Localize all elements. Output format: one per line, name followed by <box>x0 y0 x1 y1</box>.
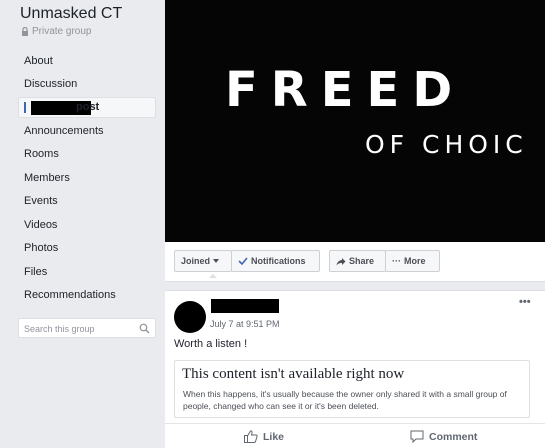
sidebar-item-videos[interactable]: Videos <box>24 219 57 231</box>
post-text: Worth a listen ! <box>174 338 248 350</box>
comment-icon <box>410 430 424 443</box>
unavailable-content-box: This content isn't available right now W… <box>174 360 530 418</box>
joined-label: Joined <box>181 256 211 266</box>
sidebar-item-rooms[interactable]: Rooms <box>24 148 59 160</box>
unavailable-message: When this happens, it's usually because … <box>183 389 507 411</box>
search-input[interactable] <box>19 320 129 338</box>
ellipsis-icon: ··· <box>392 256 401 266</box>
sidebar-item-recommendations[interactable]: Recommendations <box>24 289 116 301</box>
more-button[interactable]: ··· More <box>385 250 440 272</box>
thumbs-up-icon <box>244 430 258 443</box>
joined-pointer <box>209 274 217 278</box>
notifications-button[interactable]: Notifications <box>231 250 320 272</box>
search-icon[interactable] <box>139 323 150 334</box>
cover-text-small: OF CHOIC <box>365 130 528 159</box>
group-privacy: Private group <box>21 26 91 37</box>
caret-down-icon <box>213 259 220 263</box>
check-icon <box>238 257 248 265</box>
share-label: Share <box>349 256 375 266</box>
sidebar-item-announcements[interactable]: Announcements <box>24 125 104 137</box>
lock-icon <box>22 27 28 36</box>
cover-photo[interactable]: FREED OF CHOIC <box>165 0 545 242</box>
comment-button[interactable]: Comment <box>410 430 477 443</box>
active-indicator <box>24 102 26 113</box>
group-sidebar: Unmasked CT Private group About Discussi… <box>0 0 165 448</box>
comment-label: Comment <box>429 430 478 443</box>
group-name[interactable]: Unmasked CT <box>20 5 122 23</box>
author-avatar[interactable] <box>174 301 206 333</box>
sidebar-item-events[interactable]: Events <box>24 195 58 207</box>
joined-button[interactable]: Joined <box>174 250 232 272</box>
post-timestamp[interactable]: July 7 at 9:51 PM <box>210 319 280 329</box>
more-label: More <box>404 256 426 266</box>
notifications-label: Notifications <box>251 256 306 266</box>
sidebar-item-post[interactable]: post <box>18 97 156 118</box>
unavailable-title: This content isn't available right now <box>182 366 405 382</box>
like-label: Like <box>263 430 285 443</box>
group-search <box>18 318 156 338</box>
share-button[interactable]: Share <box>329 250 386 272</box>
like-button[interactable]: Like <box>244 430 284 443</box>
sidebar-item-post-label: post <box>76 101 100 113</box>
sidebar-item-files[interactable]: Files <box>24 266 47 278</box>
post-action-bar: Like Comment <box>165 423 545 448</box>
post-options-icon[interactable]: ••• <box>519 296 531 308</box>
sidebar-item-discussion[interactable]: Discussion <box>24 78 77 90</box>
share-arrow-icon <box>336 257 346 265</box>
sidebar-item-photos[interactable]: Photos <box>24 242 58 254</box>
sidebar-item-about[interactable]: About <box>24 55 53 67</box>
sidebar-item-members[interactable]: Members <box>24 172 70 184</box>
privacy-label: Private group <box>32 26 92 37</box>
author-name-redacted <box>211 299 279 313</box>
post-card: July 7 at 9:51 PM ••• Worth a listen ! T… <box>165 290 545 448</box>
cover-text-large: FREED <box>225 62 466 118</box>
group-action-bar: Joined Notifications Share ··· More <box>165 242 545 282</box>
